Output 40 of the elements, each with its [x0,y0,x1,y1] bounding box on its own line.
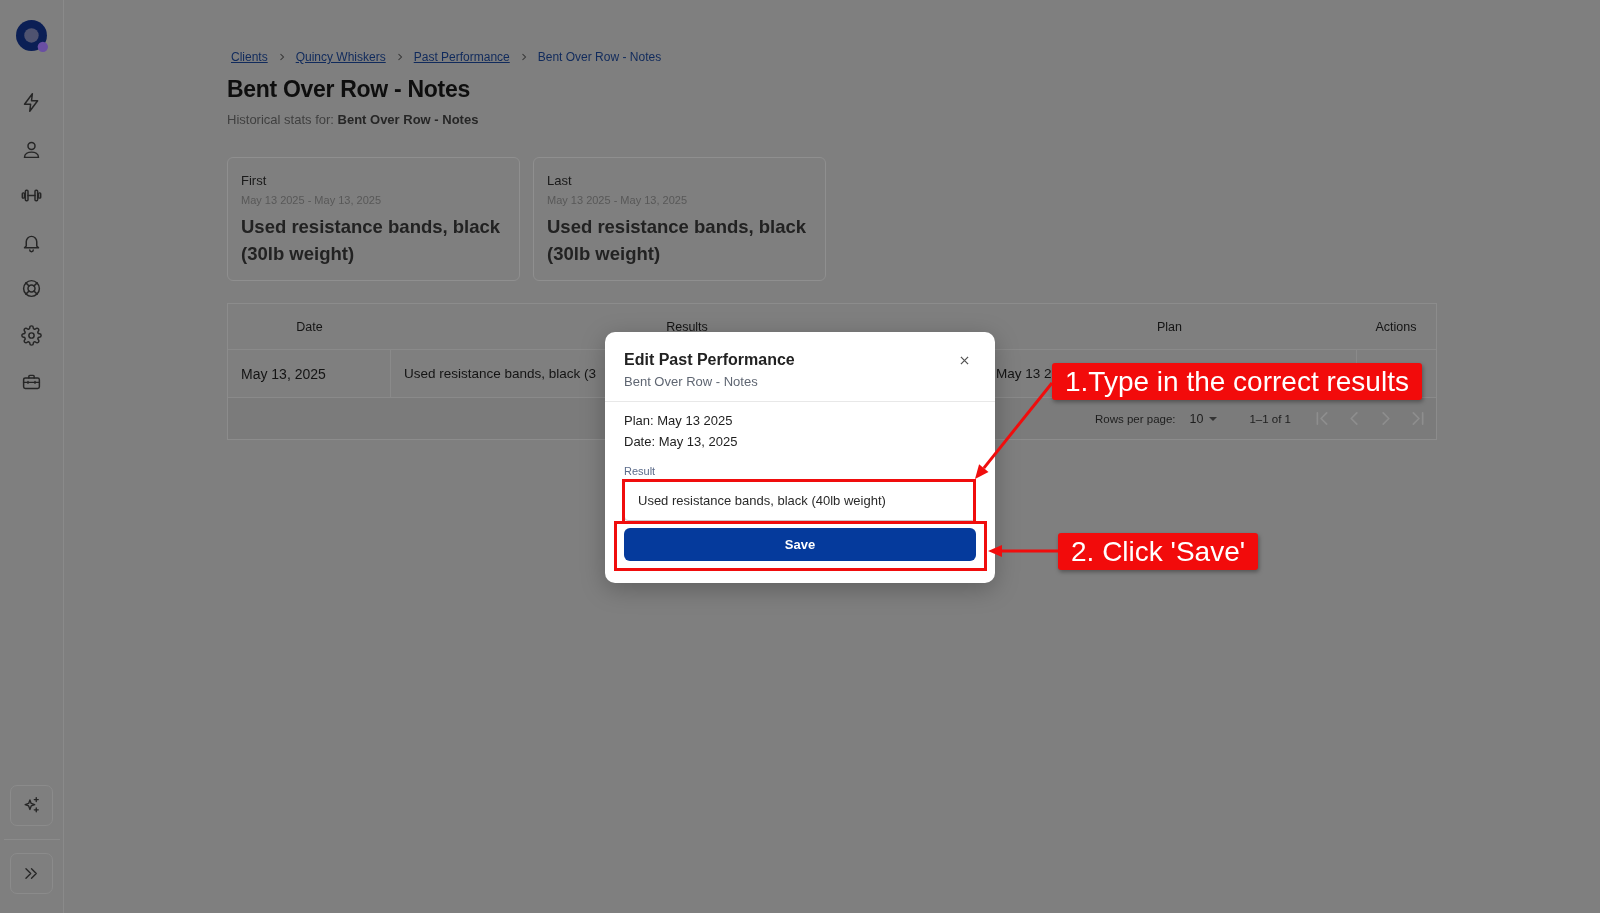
expand-button[interactable] [10,853,53,894]
column-header: Results [666,319,708,334]
breadcrumb-current: Bent Over Row - Notes [537,50,662,64]
logo-icon[interactable] [16,20,49,53]
chevron-right-icon [520,53,527,61]
dialog-detail: Plan: May 13 2025 [624,412,733,430]
breadcrumb-link[interactable]: Clients [231,50,268,64]
page-range-text: 1–1 of 1 [1249,412,1291,425]
annotation-label: 2. Click 'Save' [1058,533,1259,570]
breadcrumb-link[interactable]: Quincy Whiskers [295,50,386,64]
dialog-detail: Date: May 13, 2025 [624,433,738,451]
column-header: Date [296,319,323,334]
rows-per-page-label: Rows per page: [1094,412,1176,425]
sparkle-icon [22,796,41,815]
page-title: Bent Over Row - Notes [227,75,470,104]
card-value: Used resistance bands, black (30lb weight) [547,215,808,266]
breadcrumb-link[interactable]: Past Performance [413,50,510,64]
card-label: Last [547,172,572,189]
save-button[interactable]: Save [624,528,976,561]
row-plan: May 13 2 [996,366,1052,381]
settings-icon[interactable] [21,324,42,346]
field-label: Result [624,464,656,478]
lifebuoy-icon[interactable] [21,278,42,299]
column-header: Actions [1375,319,1417,334]
card-label: First [241,172,267,189]
caret-down-icon [1209,416,1218,421]
row-date: May 13, 2025 [241,365,326,382]
row-result: Used resistance bands, black (3 [404,366,597,381]
card-value: Used resistance bands, black (30lb weight) [241,215,502,266]
dialog-title: Edit Past Performance [624,350,795,370]
chevron-right-icon [278,53,285,61]
chevron-right-icon [396,53,403,61]
page-subtitle: Historical stats for: Bent Over Row - Notes [227,111,479,129]
annotation-label: 1.Type in the correct results [1052,363,1422,400]
dialog-subtitle: Bent Over Row - Notes [624,373,758,391]
sparkle-button[interactable] [10,785,53,826]
close-icon[interactable] [960,356,969,365]
rows-per-page-select[interactable]: 10 [1189,411,1218,426]
column-header: Plan [1157,319,1182,334]
annotation-arrow [988,545,1058,557]
